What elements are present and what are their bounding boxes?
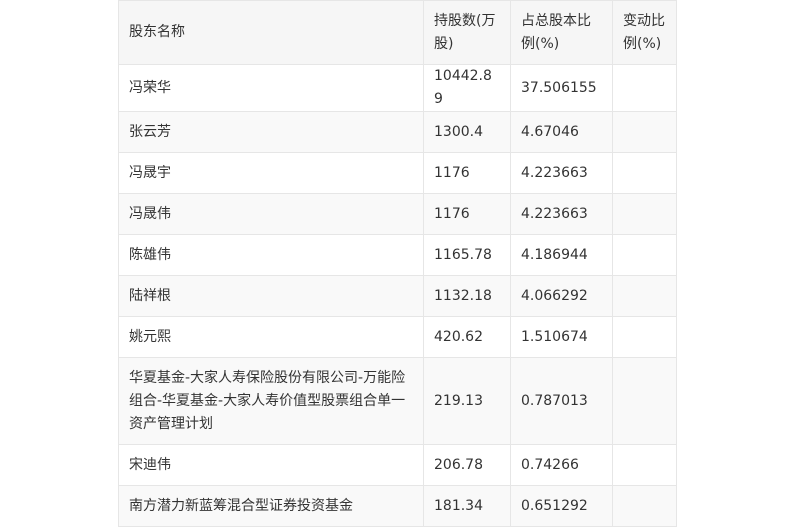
cell-name: 华夏基金-大家人寿保险股份有限公司-万能险组合-华夏基金-大家人寿价值型股票组合… xyxy=(118,357,424,445)
cell-name: 冯荣华 xyxy=(118,64,424,112)
cell-name: 冯晟宇 xyxy=(118,152,424,194)
table-row: 陈雄伟 1165.78 4.186944 xyxy=(118,234,677,276)
cell-shares: 181.34 xyxy=(423,485,511,527)
cell-change xyxy=(612,234,677,276)
cell-change xyxy=(612,64,677,112)
table-row: 冯晟伟 1176 4.223663 xyxy=(118,193,677,235)
cell-ratio: 4.67046 xyxy=(510,111,613,153)
cell-shares: 1300.4 xyxy=(423,111,511,153)
shareholder-table-container: 股东名称 持股数(万股) 占总股本比例(%) 变动比例(%) 冯荣华 10442… xyxy=(118,0,677,527)
table-row: 姚元熙 420.62 1.510674 xyxy=(118,316,677,358)
cell-shares: 1165.78 xyxy=(423,234,511,276)
cell-change xyxy=(612,316,677,358)
cell-change xyxy=(612,152,677,194)
cell-name: 宋迪伟 xyxy=(118,444,424,486)
table-row: 陆祥根 1132.18 4.066292 xyxy=(118,275,677,317)
table-body: 冯荣华 10442.89 37.506155 张云芳 1300.4 4.6704… xyxy=(118,64,677,527)
cell-shares: 10442.89 xyxy=(423,64,511,112)
cell-ratio: 37.506155 xyxy=(510,64,613,112)
cell-ratio: 0.651292 xyxy=(510,485,613,527)
table-row: 宋迪伟 206.78 0.74266 xyxy=(118,444,677,486)
table-row: 张云芳 1300.4 4.67046 xyxy=(118,111,677,153)
cell-change xyxy=(612,111,677,153)
cell-ratio: 0.787013 xyxy=(510,357,613,445)
cell-name: 冯晟伟 xyxy=(118,193,424,235)
cell-ratio: 4.066292 xyxy=(510,275,613,317)
cell-name: 陈雄伟 xyxy=(118,234,424,276)
shareholder-table: 股东名称 持股数(万股) 占总股本比例(%) 变动比例(%) 冯荣华 10442… xyxy=(118,0,677,527)
table-row: 华夏基金-大家人寿保险股份有限公司-万能险组合-华夏基金-大家人寿价值型股票组合… xyxy=(118,357,677,445)
cell-name: 姚元熙 xyxy=(118,316,424,358)
cell-shares: 219.13 xyxy=(423,357,511,445)
cell-ratio: 4.186944 xyxy=(510,234,613,276)
cell-ratio: 4.223663 xyxy=(510,193,613,235)
cell-shares: 1176 xyxy=(423,193,511,235)
table-row: 冯荣华 10442.89 37.506155 xyxy=(118,64,677,112)
cell-ratio: 0.74266 xyxy=(510,444,613,486)
table-header: 股东名称 持股数(万股) 占总股本比例(%) 变动比例(%) xyxy=(118,0,677,65)
cell-change xyxy=(612,485,677,527)
header-change: 变动比例(%) xyxy=(612,0,677,65)
cell-shares: 1176 xyxy=(423,152,511,194)
cell-ratio: 4.223663 xyxy=(510,152,613,194)
header-row: 股东名称 持股数(万股) 占总股本比例(%) 变动比例(%) xyxy=(118,0,677,65)
cell-change xyxy=(612,275,677,317)
cell-name: 张云芳 xyxy=(118,111,424,153)
cell-shares: 206.78 xyxy=(423,444,511,486)
cell-change xyxy=(612,444,677,486)
cell-shares: 420.62 xyxy=(423,316,511,358)
cell-ratio: 1.510674 xyxy=(510,316,613,358)
cell-name: 陆祥根 xyxy=(118,275,424,317)
table-row: 南方潜力新蓝筹混合型证券投资基金 181.34 0.651292 xyxy=(118,485,677,527)
cell-change xyxy=(612,357,677,445)
header-shares: 持股数(万股) xyxy=(423,0,511,65)
header-shareholder-name: 股东名称 xyxy=(118,0,424,65)
table-row: 冯晟宇 1176 4.223663 xyxy=(118,152,677,194)
cell-shares: 1132.18 xyxy=(423,275,511,317)
cell-change xyxy=(612,193,677,235)
cell-name: 南方潜力新蓝筹混合型证券投资基金 xyxy=(118,485,424,527)
header-ratio: 占总股本比例(%) xyxy=(510,0,613,65)
